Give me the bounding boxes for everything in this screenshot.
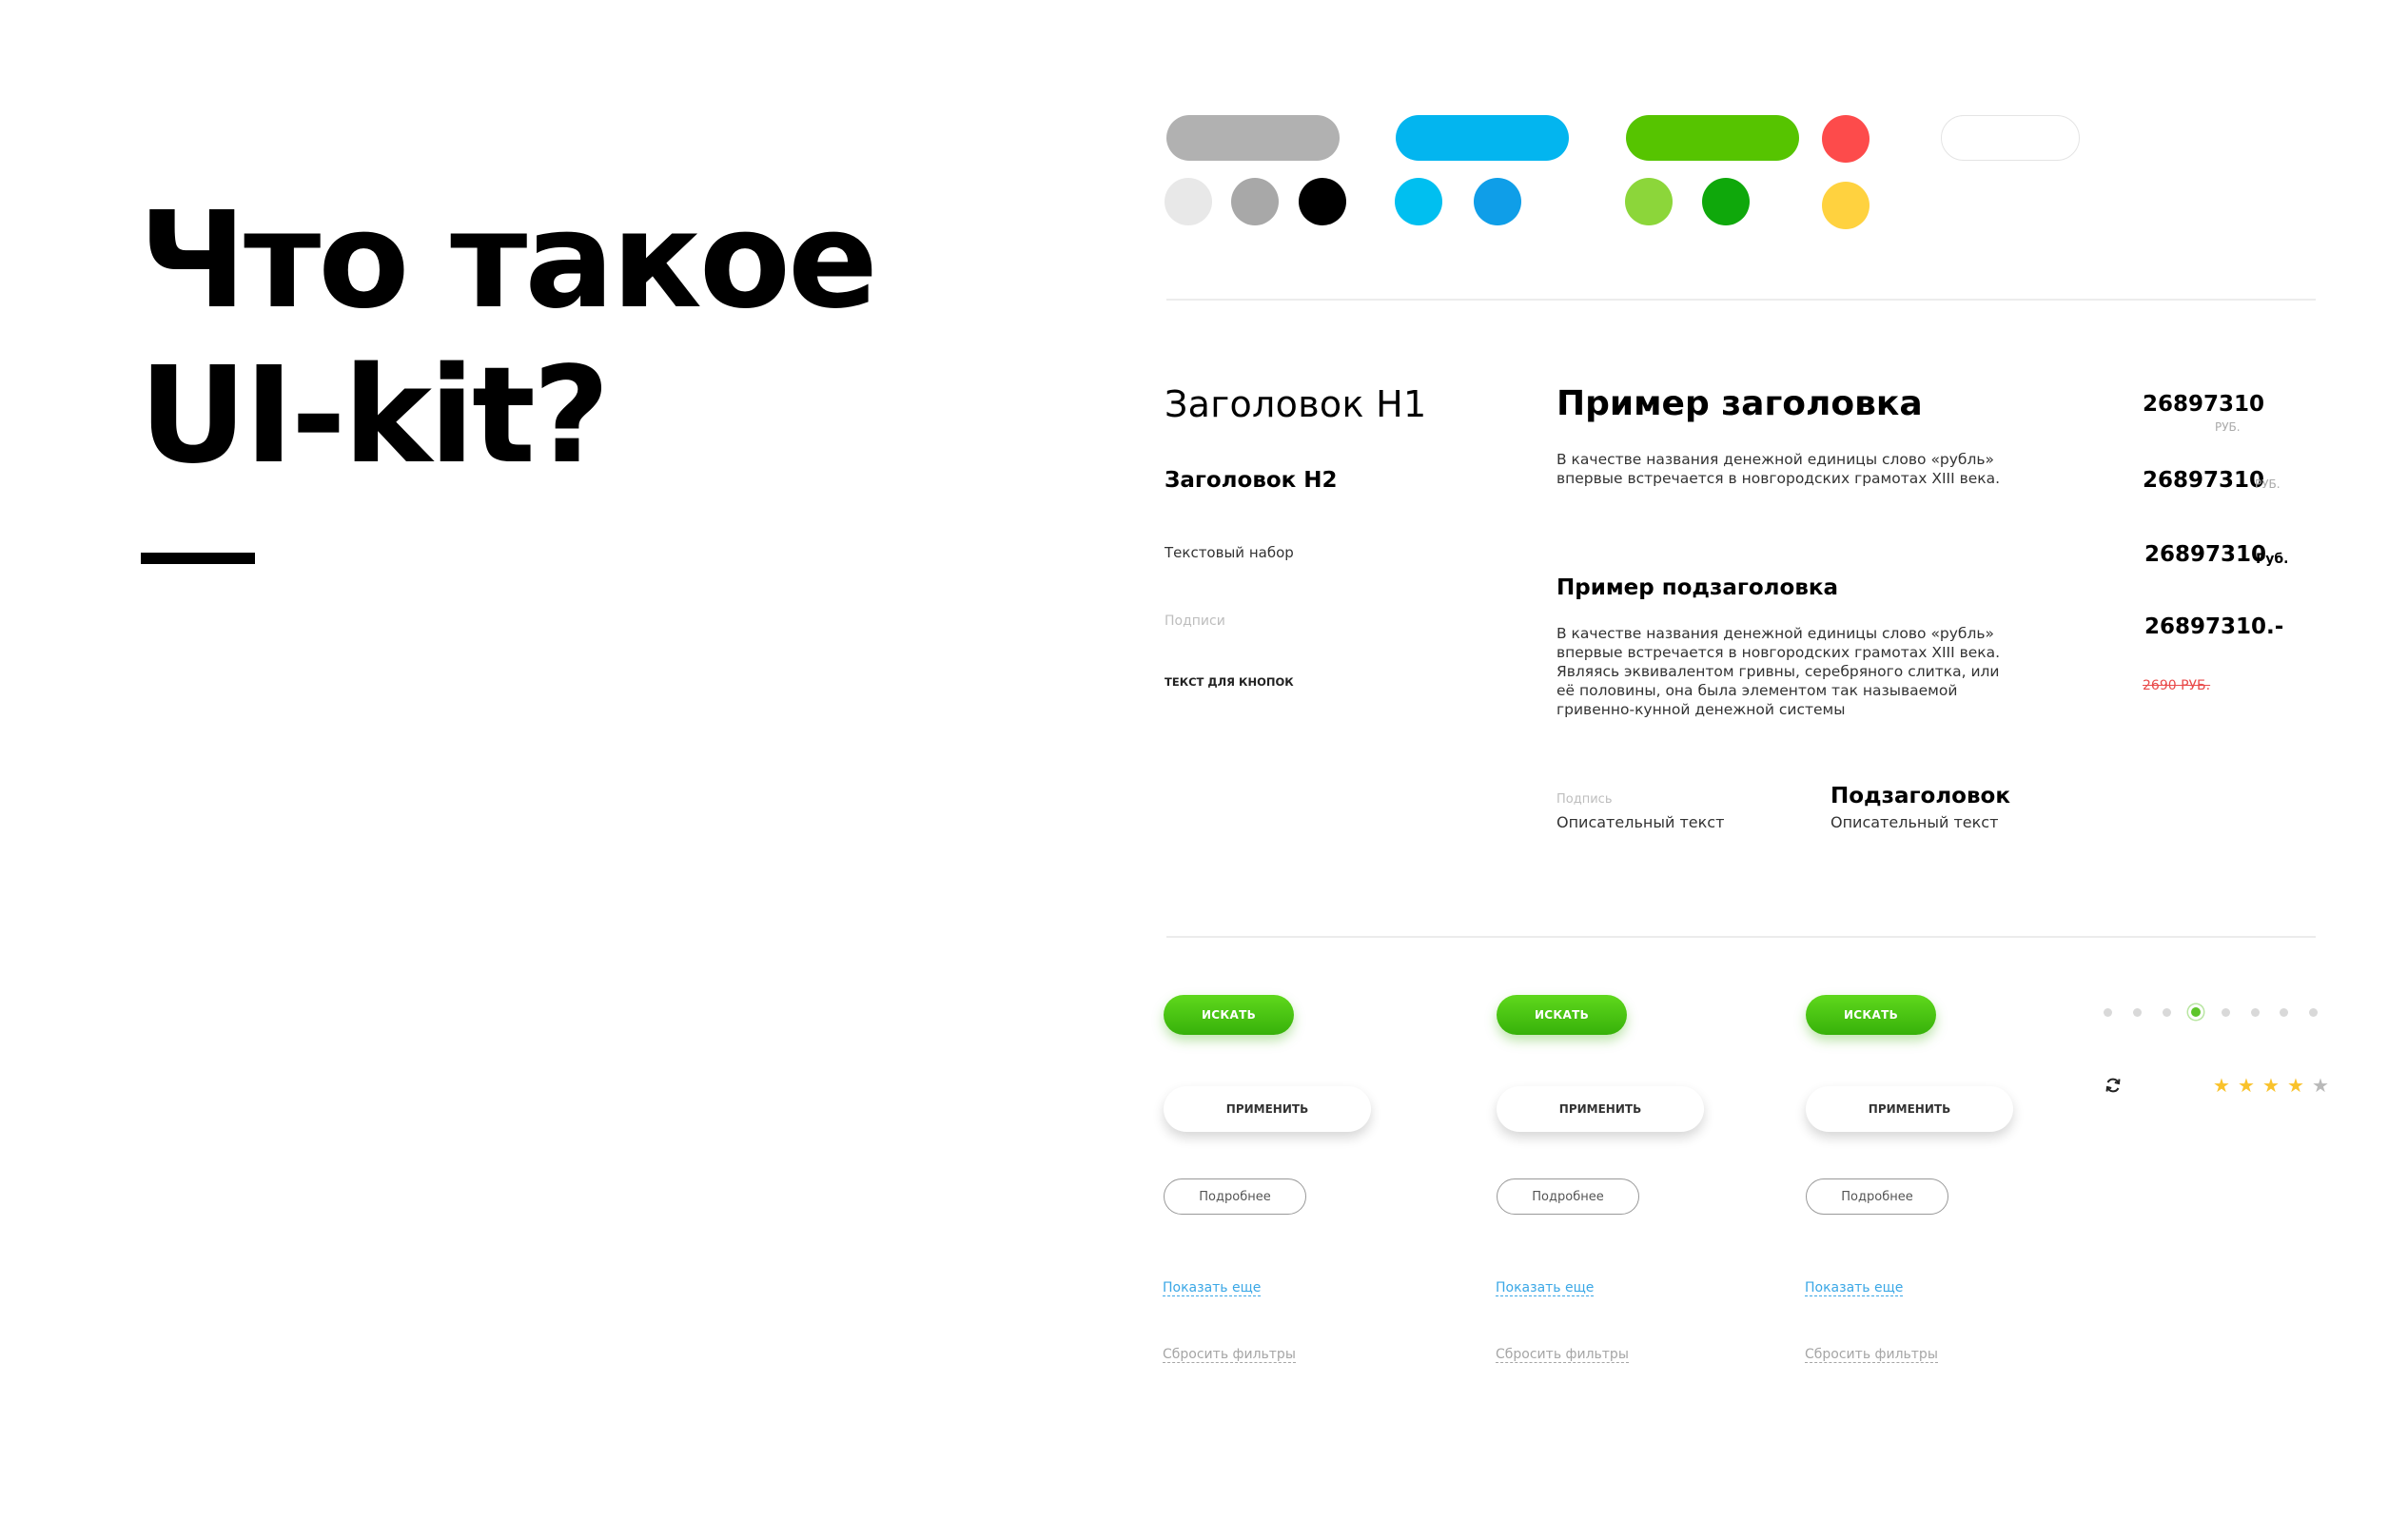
light-blue-swatch: [1395, 178, 1442, 225]
blue-swatch: [1474, 178, 1521, 225]
star-empty-icon[interactable]: ★: [2312, 1076, 2329, 1095]
dark-green-swatch: [1702, 178, 1750, 225]
reset-filters-link-active[interactable]: Сбросить фильтры: [1805, 1347, 1938, 1363]
show-more-link-active[interactable]: Показать еще: [1805, 1280, 1904, 1296]
star-filled-icon[interactable]: ★: [2238, 1076, 2255, 1095]
button-text-sample: ТЕКСТ ДЛЯ КНОПОК: [1165, 675, 1294, 689]
pagination-dot[interactable]: [2163, 1008, 2171, 1017]
reset-filters-link[interactable]: Сбросить фильтры: [1163, 1347, 1296, 1363]
search-button-hover[interactable]: ИСКАТЬ: [1497, 995, 1627, 1035]
apply-button-active[interactable]: ПРИМЕНИТЬ: [1806, 1086, 2013, 1132]
heading-h2-sample: Заголовок H2: [1165, 468, 1338, 493]
heading-h1-sample: Заголовок H1: [1165, 383, 1427, 425]
label-caption: Подпись: [1556, 792, 1613, 807]
pagination-dot[interactable]: [2222, 1008, 2230, 1017]
pagination-dot[interactable]: [2280, 1008, 2288, 1017]
old-price: 2690 РУБ.: [2143, 678, 2211, 693]
price-2: 26897310: [2143, 468, 2265, 493]
more-button-hover[interactable]: Подробнее: [1497, 1178, 1639, 1215]
price-3: 26897310: [2144, 542, 2267, 567]
refresh-icon[interactable]: [2104, 1076, 2123, 1095]
divider-middle: [1166, 936, 2316, 938]
more-button-active[interactable]: Подробнее: [1806, 1178, 1948, 1215]
pagination-dot[interactable]: [2251, 1008, 2260, 1017]
title-dash: [141, 553, 255, 564]
price-1: 26897310: [2143, 392, 2265, 417]
subheading-description: Описательный текст: [1830, 813, 1999, 831]
show-more-link[interactable]: Показать еще: [1163, 1280, 1262, 1296]
yellow-swatch: [1822, 182, 1870, 229]
star-filled-icon[interactable]: ★: [2262, 1076, 2280, 1095]
divider-top: [1166, 299, 2316, 301]
label-description: Описательный текст: [1556, 813, 1725, 831]
star-filled-icon[interactable]: ★: [2287, 1076, 2304, 1095]
gray-pill-swatch: [1166, 115, 1340, 161]
light-green-swatch: [1625, 178, 1673, 225]
subheading-sample: Подзаголовок: [1830, 784, 2010, 808]
price-1-unit: РУБ.: [2215, 420, 2241, 434]
light-gray-swatch: [1165, 178, 1212, 225]
sample-subheading-text: В качестве названия денежной единицы сло…: [1556, 625, 2001, 718]
hero-title-line1: Что такое: [139, 184, 878, 339]
sample-subheading: Пример подзаголовка: [1556, 575, 1839, 600]
more-button[interactable]: Подробнее: [1164, 1178, 1306, 1215]
search-button[interactable]: ИСКАТЬ: [1164, 995, 1294, 1035]
pagination-dot-active[interactable]: [2191, 1007, 2201, 1017]
black-swatch: [1299, 178, 1346, 225]
price-4: 26897310.-: [2144, 614, 2284, 639]
gray-swatch: [1231, 178, 1279, 225]
reset-filters-link-hover[interactable]: Сбросить фильтры: [1496, 1347, 1629, 1363]
search-button-active[interactable]: ИСКАТЬ: [1806, 995, 1936, 1035]
apply-button[interactable]: ПРИМЕНИТЬ: [1164, 1086, 1371, 1132]
hero-title-line2: UI-kit?: [139, 339, 610, 494]
sample-heading-text: В качестве названия денежной единицы сло…: [1556, 451, 2001, 487]
show-more-link-hover[interactable]: Показать еще: [1496, 1280, 1595, 1296]
pagination-dot[interactable]: [2104, 1008, 2112, 1017]
sample-heading: Пример заголовка: [1556, 384, 1923, 423]
body-text-sample: Текстовый набор: [1165, 544, 1294, 561]
caption-sample: Подписи: [1165, 613, 1225, 629]
apply-button-hover[interactable]: ПРИМЕНИТЬ: [1497, 1086, 1704, 1132]
blue-pill-swatch: [1396, 115, 1569, 161]
outline-pill-swatch: [1941, 115, 2080, 161]
star-filled-icon[interactable]: ★: [2213, 1076, 2230, 1095]
pagination-dot[interactable]: [2309, 1008, 2318, 1017]
price-2-unit: РУБ.: [2255, 477, 2281, 491]
pagination-dot[interactable]: [2133, 1008, 2142, 1017]
red-swatch: [1822, 115, 1870, 163]
green-pill-swatch: [1626, 115, 1799, 161]
price-3-unit: Руб.: [2256, 552, 2289, 567]
